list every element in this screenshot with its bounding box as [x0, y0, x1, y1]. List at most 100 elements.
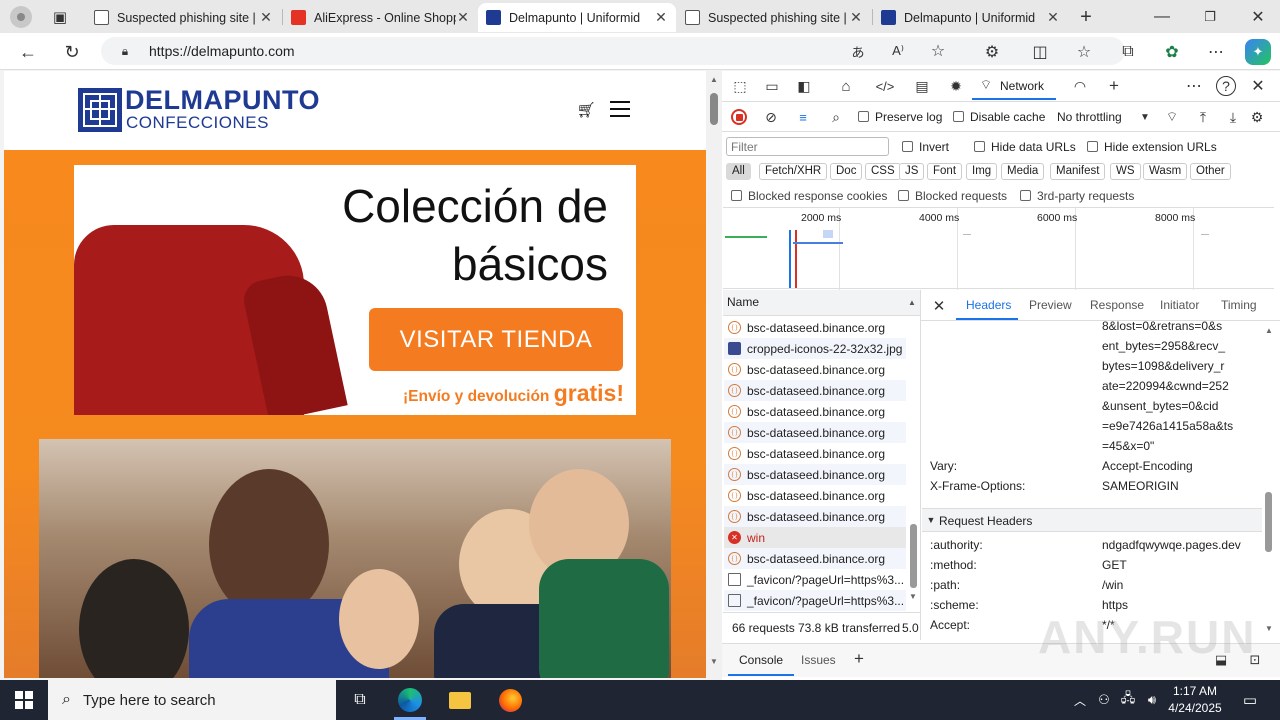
tab-phishing-2[interactable]: Suspected phishing site | ✕ — [677, 3, 871, 32]
lock-icon[interactable]: 🔒︎ — [117, 43, 133, 59]
chevron-down-icon[interactable]: ▼ — [1138, 111, 1152, 123]
profile-icon[interactable] — [10, 6, 32, 28]
scroll-down-arrow[interactable]: ▼ — [1265, 624, 1273, 633]
type-filter-css[interactable]: CSS — [865, 163, 901, 180]
notification-icon[interactable]: ▭ — [1236, 686, 1264, 714]
drawer-tab-console[interactable]: Console — [739, 653, 783, 667]
export-har-icon[interactable]: ⤓ — [1224, 109, 1242, 125]
request-row[interactable]: { } bsc-dataseed.binance.org — [724, 422, 906, 443]
type-filter-all[interactable]: All — [726, 163, 751, 180]
delmapunto-logo-icon[interactable] — [78, 88, 122, 132]
dock-side-icon[interactable]: ◧ — [794, 76, 814, 96]
request-row[interactable]: { } bsc-dataseed.binance.org — [724, 380, 906, 401]
drawer-add-icon[interactable]: + — [850, 649, 868, 668]
file-explorer-icon[interactable] — [446, 686, 474, 714]
tab-actions-icon[interactable]: ▣ — [50, 7, 70, 27]
taskbar-search-box[interactable]: ⌕ Type here to search — [48, 680, 336, 720]
hamburger-menu-icon[interactable] — [610, 101, 630, 117]
close-tab-icon[interactable]: ✕ — [654, 9, 668, 26]
request-row[interactable]: { } bsc-dataseed.binance.org — [724, 464, 906, 485]
request-row[interactable]: _favicon/?pageUrl=https%3... — [724, 569, 906, 590]
favorites-icon[interactable]: ☆ — [1072, 40, 1096, 64]
address-bar[interactable]: 🔒︎ https://delmapunto.com あ A⁾ ☆ — [101, 37, 1125, 65]
drawer-tab-issues[interactable]: Issues — [801, 653, 836, 667]
type-filter-media[interactable]: Media — [1001, 163, 1045, 180]
details-tab-response[interactable]: Response — [1090, 298, 1144, 312]
type-filter-font[interactable]: Font — [927, 163, 963, 180]
task-view-icon[interactable]: ⧉ — [346, 686, 374, 714]
elements-icon[interactable]: </> — [874, 76, 896, 96]
details-tab-headers[interactable]: Headers — [966, 298, 1011, 312]
details-tab-preview[interactable]: Preview — [1029, 298, 1072, 312]
device-emulation-icon[interactable]: ▭ — [762, 76, 782, 96]
hide-extension-urls-checkbox[interactable] — [1087, 141, 1098, 152]
tab-aliexpress[interactable]: AliExpress - Online Shopp ✕ — [283, 3, 478, 32]
request-row[interactable]: { } bsc-dataseed.binance.org — [724, 485, 906, 506]
filter-toggle-icon[interactable]: ≡ — [795, 109, 811, 125]
logo-subtitle[interactable]: CONFECCIONES — [126, 113, 269, 133]
back-icon[interactable]: ← — [16, 40, 40, 64]
new-tab-icon[interactable]: + — [1074, 5, 1098, 29]
favorite-star-icon[interactable]: ☆ — [927, 40, 949, 62]
performance-gauge-icon[interactable]: ◠ — [1070, 76, 1090, 96]
visit-store-button[interactable]: VISITAR TIENDA — [369, 308, 623, 371]
scroll-down-arrow[interactable]: ▼ — [710, 657, 718, 666]
type-filter-img[interactable]: Img — [966, 163, 998, 180]
type-filter-fetch[interactable]: Fetch/XHR — [759, 163, 828, 180]
tab-network[interactable]: ⌔ Network — [972, 72, 1056, 100]
record-stop-icon[interactable] — [731, 109, 747, 125]
request-headers-section[interactable]: ▼ Request Headers — [922, 508, 1262, 532]
more-tools-plus-icon[interactable]: + — [1104, 76, 1124, 96]
request-row[interactable]: { } bsc-dataseed.binance.org — [724, 359, 906, 380]
split-screen-icon[interactable]: ◫ — [1028, 40, 1052, 64]
invert-checkbox[interactable] — [902, 141, 913, 152]
type-filter-ws[interactable]: WS — [1110, 163, 1141, 180]
refresh-icon[interactable]: ↻ — [60, 40, 84, 64]
request-row[interactable]: { } bsc-dataseed.binance.org — [724, 548, 906, 569]
type-filter-manifest[interactable]: Manifest — [1050, 163, 1106, 180]
scroll-thumb[interactable] — [1265, 492, 1272, 552]
close-window-icon[interactable]: ✕ — [1246, 5, 1270, 29]
more-menu-icon[interactable]: ⋯ — [1204, 40, 1228, 64]
blocked-requests-checkbox[interactable] — [898, 190, 909, 201]
close-details-icon[interactable]: ✕ — [930, 297, 948, 315]
restore-icon[interactable]: ❐ — [1198, 5, 1222, 29]
timeline-overview[interactable]: 2000 ms 4000 ms 6000 ms 8000 ms — [723, 207, 1274, 290]
copilot-icon[interactable]: ✦ — [1245, 39, 1271, 65]
request-row[interactable]: ✕ win — [724, 527, 906, 548]
inspect-element-icon[interactable]: ⬚ — [730, 76, 750, 96]
name-column-header[interactable]: Name — [727, 295, 759, 309]
throttling-select[interactable]: No throttling — [1057, 110, 1122, 124]
devtools-more-icon[interactable]: ⋯ — [1184, 76, 1204, 96]
request-row[interactable]: { } bsc-dataseed.binance.org — [724, 443, 906, 464]
details-tab-initiator[interactable]: Initiator — [1160, 298, 1199, 312]
url-text[interactable]: https://delmapunto.com — [149, 43, 295, 59]
network-settings-icon[interactable]: ⚙ — [1248, 109, 1266, 125]
logo-title[interactable]: DELMAPUNTO — [125, 85, 320, 116]
type-filter-js[interactable]: JS — [899, 163, 925, 180]
promo-banner[interactable]: Colección de básicos VISITAR TIENDA ¡Env… — [74, 165, 636, 415]
filter-input[interactable]: Filter — [726, 137, 889, 156]
home-icon[interactable]: ⌂ — [836, 76, 856, 96]
preserve-log-checkbox[interactable] — [858, 111, 869, 122]
tab-delmapunto[interactable]: Delmapunto | Uniformid ✕ — [873, 3, 1068, 32]
collections-icon[interactable]: ⧉ — [1116, 40, 1140, 64]
third-party-checkbox[interactable] — [1020, 190, 1031, 201]
type-filter-other[interactable]: Other — [1190, 163, 1231, 180]
edge-browser-icon[interactable] — [396, 686, 424, 714]
scroll-up-arrow[interactable]: ▲ — [1265, 326, 1273, 335]
extensions-icon[interactable]: ⚙ — [980, 40, 1004, 64]
request-row[interactable]: _favicon/?pageUrl=https%3... — [724, 590, 906, 611]
windows-start-icon[interactable] — [10, 686, 38, 714]
search-icon[interactable]: ⌕ — [828, 109, 844, 125]
network-conditions-icon[interactable]: ⌔ — [1163, 109, 1181, 125]
clear-icon[interactable]: ⊘ — [763, 109, 779, 125]
details-scrollbar[interactable]: ▲ ▼ — [1263, 322, 1275, 638]
request-row[interactable]: { } bsc-dataseed.binance.org — [724, 401, 906, 422]
scroll-up-arrow[interactable]: ▲ — [710, 75, 718, 84]
help-icon[interactable]: ? — [1216, 76, 1236, 96]
request-row[interactable]: { } bsc-dataseed.binance.org — [724, 506, 906, 527]
import-har-icon[interactable]: ⤒ — [1194, 109, 1212, 125]
request-row[interactable]: cropped-iconos-22-32x32.jpg — [724, 338, 906, 359]
close-tab-icon[interactable]: ✕ — [259, 9, 273, 26]
